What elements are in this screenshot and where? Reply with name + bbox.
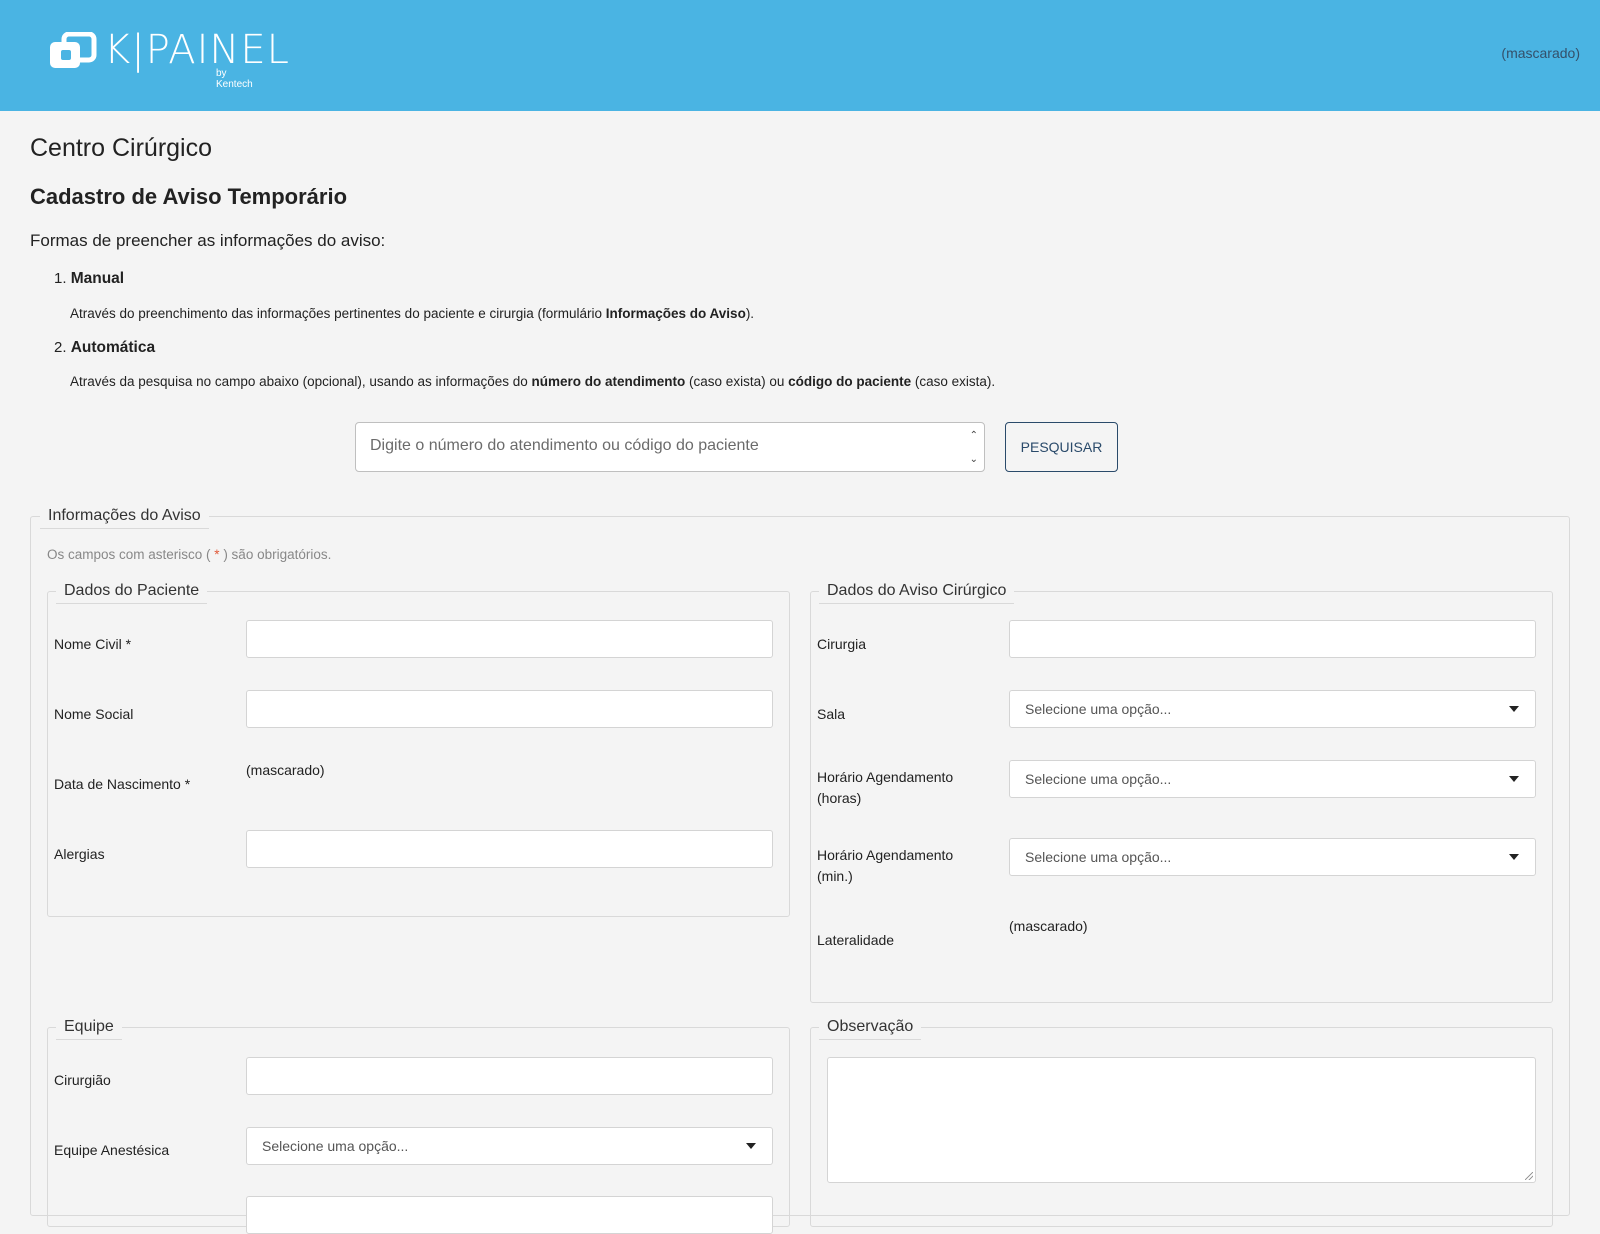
step-manual-heading: 1. Manual	[54, 270, 124, 288]
alergias-label: Alergias	[54, 846, 105, 862]
caret-down-icon	[1509, 706, 1519, 712]
team-legend: Equipe	[56, 1015, 122, 1040]
caret-down-icon	[746, 1143, 756, 1149]
surgery-legend: Dados do Aviso Cirúrgico	[819, 579, 1015, 604]
equipe-anestesica-select-value: Selecione uma opção...	[262, 1138, 409, 1154]
kpainel-logo-icon	[50, 32, 97, 68]
birthdate-label: Data de Nascimento *	[54, 776, 191, 792]
required-note-text: Os campos com asterisco (	[47, 547, 215, 562]
observation-legend: Observação	[819, 1015, 922, 1040]
birthdate-value: (mascarado)	[246, 762, 325, 778]
fieldset-legend: Informações do Aviso	[40, 504, 209, 529]
user-name[interactable]: (mascarado)	[1501, 45, 1580, 61]
equipe-anestesica-select[interactable]: Selecione uma opção...	[246, 1127, 773, 1165]
step-title: Manual	[70, 270, 125, 287]
step-desc-bold: número do atendimento	[531, 374, 686, 389]
caret-down-icon	[1509, 854, 1519, 860]
step-number: 2.	[54, 339, 67, 356]
lateralidade-value: (mascarado)	[1009, 918, 1088, 934]
nome-social-input[interactable]	[246, 690, 773, 728]
step-desc-text: Através da pesquisa no campo abaixo (opc…	[70, 374, 532, 389]
team-next-input[interactable]	[246, 1196, 773, 1234]
alergias-input[interactable]	[246, 830, 773, 868]
sala-select[interactable]: Selecione uma opção...	[1009, 690, 1536, 728]
cirurgiao-input[interactable]	[246, 1057, 773, 1095]
search-field[interactable]: ⌃ ⌄	[355, 422, 985, 472]
patient-legend: Dados do Paciente	[56, 579, 208, 604]
horario-min-select[interactable]: Selecione uma opção...	[1009, 838, 1536, 876]
horario-horas-label: Horário Agendamento (horas)	[817, 767, 953, 809]
label-line: (min.)	[817, 868, 853, 884]
step-desc-bold: Informações do Aviso	[605, 306, 746, 321]
logo-subtitle: by Kentech	[216, 68, 253, 90]
chevron-down-icon[interactable]: ⌄	[970, 455, 978, 465]
intro-text: Formas de preencher as informações do av…	[30, 231, 386, 250]
step-desc-text: (caso exista) ou	[685, 374, 789, 389]
step-automatic-description: Através da pesquisa no campo abaixo (opc…	[70, 374, 995, 389]
nome-civil-input[interactable]	[246, 620, 773, 658]
search-button[interactable]: PESQUISAR	[1005, 422, 1118, 472]
chevron-up-icon[interactable]: ⌃	[970, 431, 978, 441]
step-desc-text: ).	[745, 306, 755, 321]
lateralidade-label: Lateralidade	[817, 932, 895, 948]
step-manual-description: Através do preenchimento das informações…	[70, 306, 754, 321]
cirurgia-label: Cirurgia	[817, 636, 867, 652]
observation-textarea[interactable]	[827, 1057, 1536, 1183]
sala-label: Sala	[817, 706, 846, 722]
label-line: (horas)	[817, 790, 862, 806]
horario-horas-select[interactable]: Selecione uma opção...	[1009, 760, 1536, 798]
sala-select-value: Selecione uma opção...	[1025, 701, 1172, 717]
cirurgia-input[interactable]	[1009, 620, 1536, 658]
required-note: Os campos com asterisco ( * ) são obriga…	[47, 547, 331, 562]
logo-text: K|PAINEL	[104, 27, 290, 73]
page-subtitle: Cadastro de Aviso Temporário	[30, 184, 348, 209]
nome-social-label: Nome Social	[54, 706, 134, 722]
label-line: Horário Agendamento	[817, 769, 954, 785]
caret-down-icon	[1509, 776, 1519, 782]
step-desc-text: Através do preenchimento das informações…	[70, 306, 606, 321]
horario-min-select-value: Selecione uma opção...	[1025, 849, 1172, 865]
search-input[interactable]	[356, 423, 974, 469]
step-desc-text: (caso exista).	[911, 374, 996, 389]
top-header: K|PAINEL by Kentech (mascarado)	[0, 0, 1600, 111]
step-desc-bold: código do paciente	[788, 374, 912, 389]
equipe-anestesica-label: Equipe Anestésica	[54, 1142, 170, 1158]
step-title: Automática	[70, 339, 156, 356]
kpainel-logo[interactable]: K|PAINEL by Kentech	[48, 26, 289, 90]
horario-min-label: Horário Agendamento (min.)	[817, 845, 953, 887]
horario-horas-select-value: Selecione uma opção...	[1025, 771, 1172, 787]
nome-civil-label: Nome Civil *	[54, 636, 132, 652]
step-number: 1.	[54, 270, 67, 287]
resize-grip-icon[interactable]	[1525, 1172, 1533, 1180]
cirurgiao-label: Cirurgião	[54, 1072, 111, 1088]
required-note-text: ) são obrigatórios.	[219, 547, 332, 562]
page-title: Centro Cirúrgico	[30, 134, 213, 162]
step-automatic-heading: 2. Automática	[54, 339, 155, 357]
label-line: Horário Agendamento	[817, 847, 954, 863]
